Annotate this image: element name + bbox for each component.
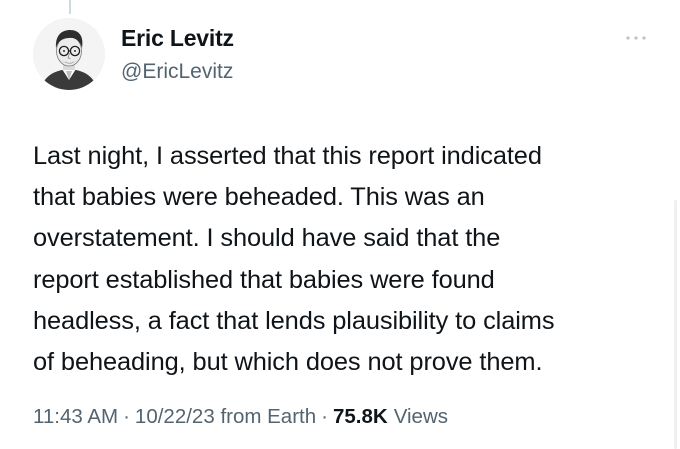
- tweet-source: from Earth: [220, 405, 317, 428]
- metadata-separator: ·: [123, 405, 130, 428]
- tweet-text-line: that babies were beheaded. This was an: [33, 183, 485, 212]
- tweet-text-line: report established that babies were foun…: [33, 265, 495, 294]
- tweet-metadata: 11:43 AM · 10/22/23 from Earth · 75.8K V…: [33, 405, 448, 429]
- tweet-timestamp[interactable]: 11:43 AM: [33, 405, 118, 429]
- tweet-text: Last night, I asserted that this report …: [33, 136, 663, 383]
- views-count[interactable]: 75.8K: [333, 405, 388, 429]
- more-options-button[interactable]: [622, 30, 650, 46]
- more-horizontal-icon: [626, 36, 646, 40]
- thread-connector-line: [69, 0, 71, 14]
- avatar-portrait-image: [33, 18, 105, 90]
- metadata-separator: ·: [321, 405, 328, 428]
- author-display-name[interactable]: Eric Levitz: [121, 25, 234, 52]
- tweet-text-line: Last night, I asserted that this report …: [33, 142, 542, 170]
- author-handle[interactable]: @EricLevitz: [121, 60, 233, 84]
- scrollbar[interactable]: [674, 200, 677, 449]
- tweet-text-line: headless, a fact that lends plausibility…: [33, 306, 555, 335]
- tweet-text-line: of beheading, but which does not prove t…: [33, 348, 543, 377]
- tweet-text-line: overstatement. I should have said that t…: [33, 224, 501, 253]
- tweet-date[interactable]: 10/22/23: [135, 405, 215, 429]
- avatar[interactable]: [33, 18, 105, 90]
- views-label: Views: [393, 405, 449, 428]
